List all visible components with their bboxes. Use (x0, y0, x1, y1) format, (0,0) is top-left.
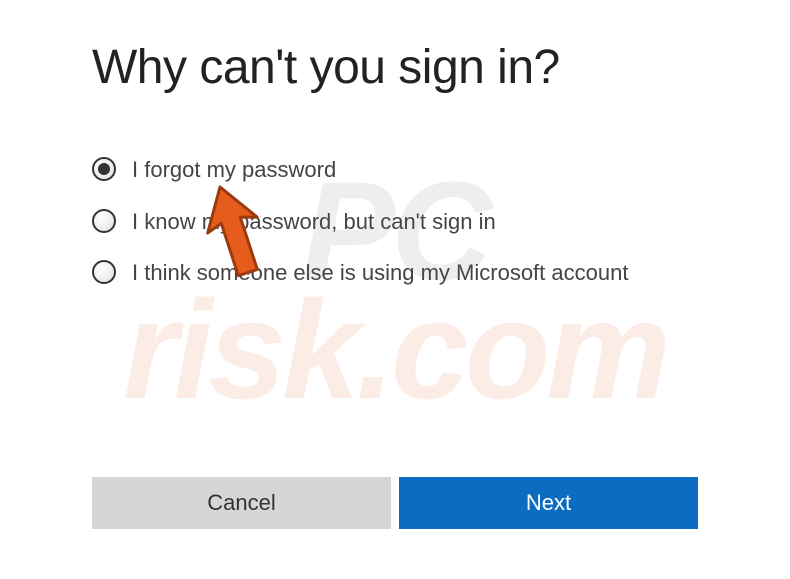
page-title: Why can't you sign in? (92, 40, 698, 95)
radio-icon (92, 209, 116, 233)
next-button[interactable]: Next (399, 477, 698, 529)
dialog-buttons: Cancel Next (92, 477, 698, 529)
radio-icon (92, 157, 116, 181)
cancel-button[interactable]: Cancel (92, 477, 391, 529)
watermark-text-2: risk.com (123, 290, 667, 409)
annotation-arrow-icon (180, 177, 260, 287)
radio-icon (92, 260, 116, 284)
